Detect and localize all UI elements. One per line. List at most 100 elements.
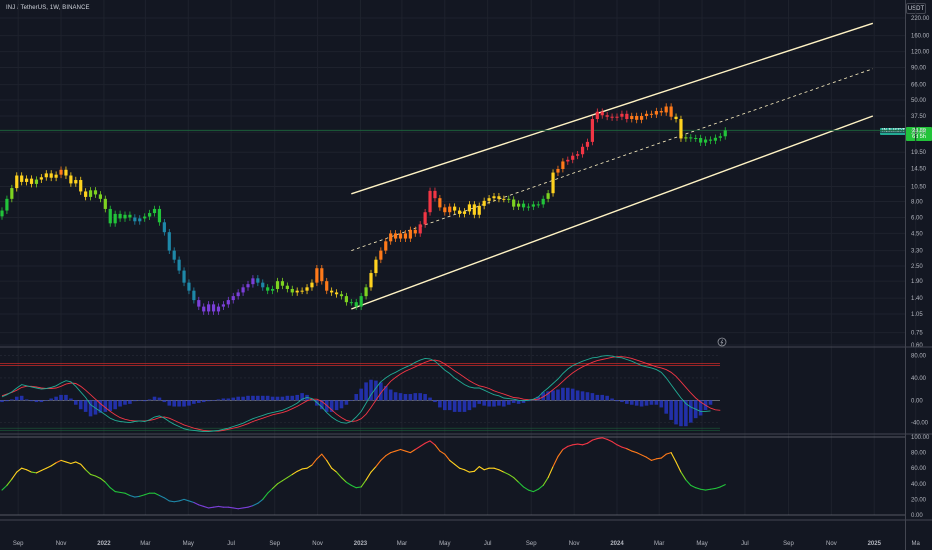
candle-body bbox=[300, 290, 304, 292]
price-axis-label: 14.50 bbox=[911, 167, 927, 173]
oscillator-1-histogram-bar bbox=[664, 400, 668, 414]
candle-body bbox=[443, 207, 447, 213]
candle-body bbox=[241, 287, 245, 293]
time-axis-label: 2024 bbox=[610, 541, 624, 547]
oscillator-1-histogram-bar bbox=[610, 398, 614, 401]
candle-body bbox=[74, 180, 78, 184]
oscillator-1-histogram-bar bbox=[566, 387, 570, 401]
candle-body bbox=[339, 294, 344, 297]
oscillator-2-segment bbox=[331, 467, 338, 473]
oscillator-2-segment bbox=[168, 500, 175, 503]
price-axis-label: 19.50 bbox=[911, 150, 927, 156]
oscillator-1-histogram-bar bbox=[467, 400, 472, 411]
candle-body bbox=[546, 193, 550, 199]
time-axis-label: Mar bbox=[654, 541, 664, 547]
oscillator-2-segment bbox=[463, 469, 470, 473]
candle-body bbox=[659, 111, 663, 113]
candle-body bbox=[379, 250, 383, 260]
candle-body bbox=[482, 200, 486, 206]
oscillator-2-segment bbox=[370, 466, 377, 473]
time-axis-label: 2025 bbox=[868, 541, 882, 547]
oscillator-2-segment bbox=[104, 481, 111, 489]
oscillator-1-histogram-bar bbox=[403, 394, 408, 401]
oscillator-2-segment bbox=[705, 488, 712, 491]
oscillator-1-histogram-bar bbox=[388, 389, 393, 401]
candle-body bbox=[625, 113, 629, 120]
price-axis-label: 1.40 bbox=[911, 296, 923, 302]
candle-body bbox=[566, 159, 570, 162]
oscillator-1-histogram-bar bbox=[123, 400, 127, 405]
oscillator-1-histogram-bar bbox=[128, 400, 132, 404]
oscillator-2-segment bbox=[124, 492, 131, 497]
oscillator-2-segment bbox=[601, 437, 608, 440]
oscillator-2-segment bbox=[188, 500, 195, 504]
oscillator-2-segment bbox=[345, 481, 352, 486]
oscillator-2-segment bbox=[75, 461, 82, 465]
oscillator-2-segment bbox=[252, 502, 259, 507]
candle-body bbox=[320, 268, 324, 282]
candle-body bbox=[610, 116, 614, 118]
price-axis-label: 10.50 bbox=[911, 184, 927, 190]
oscillator-1-histogram-bar bbox=[265, 395, 270, 401]
price-axis-label: 8.00 bbox=[911, 200, 923, 206]
channel-lower-line bbox=[351, 115, 874, 310]
price-axis-label: 90.00 bbox=[911, 66, 927, 72]
time-axis-label: Jul bbox=[484, 541, 492, 547]
oscillator-2-segment bbox=[459, 467, 466, 471]
chart-canvas[interactable]: Sep Nov 2022 Mar May Jul Sep Nov 2023 Mar May Jul Se… bbox=[0, 0, 932, 550]
candle-body bbox=[462, 211, 467, 214]
time-axis-label: May bbox=[439, 541, 450, 547]
time-axis-label: 2022 bbox=[97, 541, 111, 547]
oscillator-1-histogram-bar bbox=[615, 400, 619, 402]
oscillator-1-histogram-bar bbox=[206, 400, 211, 402]
oscillator-2-segment bbox=[336, 471, 343, 479]
oscillator-2-segment bbox=[281, 477, 288, 482]
price-axis-label: 1.05 bbox=[911, 312, 923, 318]
candle-body bbox=[453, 206, 457, 211]
candle-body bbox=[29, 178, 34, 184]
oscillator-1-histogram-bar bbox=[570, 388, 575, 401]
oscillator-2-segment bbox=[690, 484, 697, 489]
oscillator-2-segment bbox=[163, 497, 170, 502]
oscillator-1-histogram-bar bbox=[49, 398, 53, 401]
oscillator-2-segment bbox=[449, 459, 456, 465]
oscillator-2-axis-label: 20.00 bbox=[911, 497, 927, 503]
oscillator-2-segment bbox=[616, 444, 623, 448]
oscillator-2-segment bbox=[153, 492, 160, 497]
oscillator-2-segment bbox=[208, 506, 215, 509]
oscillator-2-segment bbox=[193, 501, 200, 506]
oscillator-1-histogram-bar bbox=[29, 400, 34, 402]
oscillator-2-segment bbox=[129, 494, 136, 498]
candle-body bbox=[285, 285, 289, 289]
candle-body bbox=[541, 198, 545, 205]
candle-body bbox=[226, 300, 230, 305]
oscillator-2-segment bbox=[685, 479, 692, 486]
oscillator-2-segment bbox=[404, 450, 411, 454]
oscillator-1-histogram-bar bbox=[74, 400, 78, 405]
candle-body bbox=[59, 169, 63, 175]
oscillator-2-segment bbox=[26, 469, 33, 473]
oscillator-1-histogram-bar bbox=[275, 396, 280, 401]
candle-body bbox=[143, 216, 147, 219]
candle-body bbox=[118, 213, 122, 219]
oscillator-2-segment bbox=[577, 443, 584, 446]
price-axis-label: 120.00 bbox=[911, 50, 930, 56]
oscillator-2-segment bbox=[257, 498, 264, 504]
oscillator-1-histogram-bar bbox=[14, 396, 19, 401]
oscillator-2-segment bbox=[360, 479, 367, 488]
candle-body bbox=[521, 203, 526, 208]
oscillator-2-segment bbox=[16, 467, 23, 473]
candle-body bbox=[172, 250, 176, 260]
candle-body bbox=[128, 214, 132, 218]
oscillator-1-histogram-bar bbox=[197, 400, 201, 403]
oscillator-1-histogram-bar bbox=[625, 400, 629, 404]
oscillator-1-histogram-bar bbox=[447, 400, 452, 411]
candle-body bbox=[576, 154, 580, 156]
oscillator-2-segment bbox=[11, 471, 18, 480]
oscillator-1-histogram-bar bbox=[551, 390, 555, 401]
price-axis-label: 37.50 bbox=[911, 114, 927, 120]
candle-body bbox=[236, 292, 240, 297]
oscillator-1-histogram-bar bbox=[251, 395, 255, 401]
oscillator-2-segment bbox=[513, 477, 520, 483]
oscillator-2-segment bbox=[119, 491, 126, 494]
